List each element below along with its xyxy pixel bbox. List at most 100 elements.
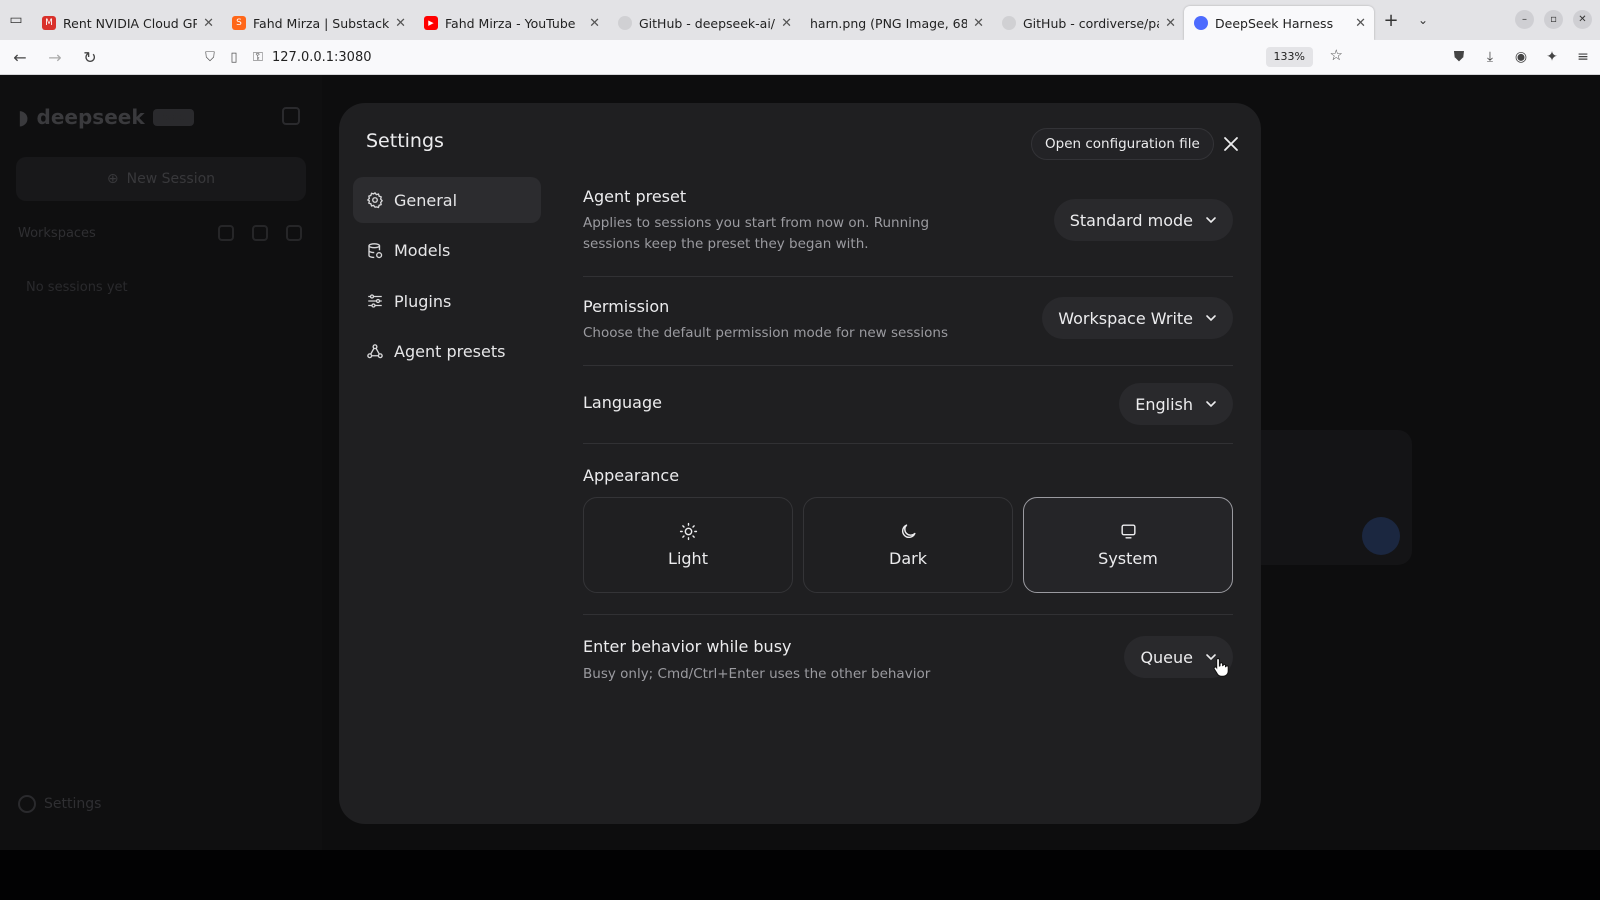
settings-content: Agent preset Applies to sessions you sta…	[583, 177, 1233, 705]
agent-preset-row: Agent preset Applies to sessions you sta…	[583, 177, 1233, 277]
browser-tab[interactable]: ▶ Fahd Mirza - YouTube ✕	[414, 6, 608, 40]
add-workspace-icon	[252, 225, 268, 241]
database-icon	[368, 242, 383, 258]
permission-description: Choose the default permission mode for n…	[583, 325, 949, 341]
chevron-down-icon	[1206, 217, 1216, 224]
deepseek-favicon-icon	[1194, 16, 1208, 30]
settings-modal: Settings Open configuration file General…	[339, 103, 1261, 824]
beta-badge: beta	[152, 108, 195, 126]
close-modal-button[interactable]	[1216, 129, 1246, 159]
extensions-icon[interactable]: ✦	[1543, 46, 1561, 68]
browser-tab-bar: ▭ M Rent NVIDIA Cloud GPUs ✕ S Fahd Mirz…	[0, 0, 1600, 40]
url-bar[interactable]: ⛉ ▯ ⚿ 127.0.0.1:3080 133% ☆	[200, 44, 1343, 71]
language-title: Language	[583, 393, 662, 412]
agents-icon	[367, 343, 383, 358]
reload-icon[interactable]: ↻	[75, 42, 105, 72]
open-config-button[interactable]: Open configuration file	[1031, 128, 1214, 160]
tab-list-icon[interactable]: ▭	[0, 0, 32, 40]
workspaces-header: Workspaces	[18, 225, 302, 241]
forward-icon[interactable]: →	[40, 42, 70, 72]
close-window-icon[interactable]: ✕	[1573, 10, 1592, 29]
menu-icon[interactable]: ≡	[1574, 46, 1592, 68]
modal-title: Settings	[366, 130, 444, 152]
theme-system-option[interactable]: System	[1023, 497, 1233, 593]
new-session-button: ⊕ New Session	[16, 157, 306, 201]
theme-options: Light Dark System	[583, 497, 1233, 593]
minimize-icon[interactable]: –	[1515, 10, 1534, 29]
chevron-down-icon	[1206, 315, 1216, 322]
settings-nav-agent-presets[interactable]: Agent presets	[353, 329, 541, 375]
page-icon: ▯	[230, 50, 238, 65]
bottom-strip	[0, 850, 1600, 900]
collapse-sidebar-icon	[282, 107, 300, 125]
back-icon[interactable]: ←	[5, 42, 35, 72]
browser-tab-active[interactable]: DeepSeek Harness ✕	[1184, 6, 1374, 40]
url-text: 127.0.0.1:3080	[272, 50, 372, 65]
theme-dark-option[interactable]: Dark	[803, 497, 1013, 593]
download-icon[interactable]: ⤓	[1481, 46, 1499, 68]
window-controls: – ▫ ✕	[1515, 10, 1592, 29]
language-select[interactable]: English	[1119, 383, 1233, 425]
appearance-row: Appearance Light Dark System	[583, 444, 1233, 615]
background-avatar	[1362, 517, 1400, 555]
restore-icon[interactable]: ▫	[1544, 10, 1563, 29]
key-icon: ⚿	[253, 50, 263, 65]
new-tab-icon[interactable]: +	[1374, 10, 1408, 31]
shield-icon: ⛉	[205, 50, 215, 65]
list-all-tabs-icon[interactable]: ⌄	[1408, 13, 1438, 27]
chevron-down-icon	[1206, 401, 1216, 408]
gear-icon	[366, 191, 384, 209]
browser-tab[interactable]: GitHub - deepseek-ai/dee ✕	[608, 6, 800, 40]
hand-cursor-icon	[1213, 657, 1229, 677]
settings-nav-models[interactable]: Models	[353, 228, 541, 274]
whale-icon: ◗	[18, 105, 29, 129]
browser-tab[interactable]: harn.png (PNG Image, 685 × ✕	[800, 6, 992, 40]
account-icon[interactable]: ◉	[1512, 46, 1530, 68]
browser-tab[interactable]: GitHub - cordiverse/pape ✕	[992, 6, 1184, 40]
zoom-level[interactable]: 133%	[1265, 47, 1313, 67]
settings-nav: General Models Plugins Agent presets	[353, 177, 541, 379]
settings-nav-plugins[interactable]: Plugins	[353, 278, 541, 324]
agent-preset-select[interactable]: Standard mode	[1053, 199, 1233, 241]
youtube-favicon-icon: ▶	[424, 16, 438, 30]
plus-circle-icon: ⊕	[106, 171, 119, 187]
enter-behavior-description: Busy only; Cmd/Ctrl+Enter uses the other…	[583, 666, 931, 682]
agent-preset-description: Applies to sessions you start from now o…	[583, 215, 930, 252]
bookmark-star-icon[interactable]: ☆	[1330, 46, 1343, 64]
permission-select[interactable]: Workspace Write	[1042, 297, 1233, 339]
folder-icon	[286, 225, 302, 241]
browser-nav-bar: ← → ↻ ⛉ ▯ ⚿ 127.0.0.1:3080 133% ☆ ⛊ ⤓ ◉ …	[0, 40, 1600, 75]
monitor-icon	[1120, 524, 1136, 539]
github-favicon-icon	[618, 16, 632, 30]
browser-toolbar: ⛊ ⤓ ◉ ✦ ≡	[1450, 46, 1592, 68]
agent-preset-title: Agent preset	[583, 187, 687, 206]
search-icon	[218, 225, 234, 241]
theme-light-option[interactable]: Light	[583, 497, 793, 593]
settings-nav-general[interactable]: General	[353, 177, 541, 223]
empty-sessions-text: No sessions yet	[26, 280, 128, 295]
tab-close-icon[interactable]: ✕	[589, 16, 600, 31]
tab-close-icon[interactable]: ✕	[973, 16, 984, 31]
sun-icon	[679, 522, 697, 541]
moon-icon	[901, 524, 916, 538]
tab-close-icon[interactable]: ✕	[203, 16, 214, 31]
tab-close-icon[interactable]: ✕	[1165, 16, 1176, 31]
pocket-icon[interactable]: ⛊	[1450, 46, 1468, 68]
github-favicon-icon	[1002, 16, 1016, 30]
gear-icon	[18, 795, 36, 813]
permission-title: Permission	[583, 297, 670, 316]
gmail-favicon-icon: M	[42, 16, 56, 30]
sliders-icon	[368, 294, 382, 308]
appearance-title: Appearance	[583, 466, 680, 485]
browser-tab[interactable]: M Rent NVIDIA Cloud GPUs ✕	[32, 6, 222, 40]
browser-tab[interactable]: S Fahd Mirza | Substack ✕	[222, 6, 414, 40]
tab-close-icon[interactable]: ✕	[395, 16, 406, 31]
tab-close-icon[interactable]: ✕	[781, 16, 792, 31]
brand-logo: ◗ deepseek beta	[18, 105, 195, 129]
tab-close-icon[interactable]: ✕	[1355, 16, 1366, 31]
permission-row: Permission Choose the default permission…	[583, 277, 1233, 366]
close-icon	[1224, 137, 1238, 151]
sidebar-settings: Settings	[18, 795, 101, 813]
enter-behavior-row: Enter behavior while busy Busy only; Cmd…	[583, 615, 1233, 705]
enter-behavior-title: Enter behavior while busy	[583, 637, 792, 656]
